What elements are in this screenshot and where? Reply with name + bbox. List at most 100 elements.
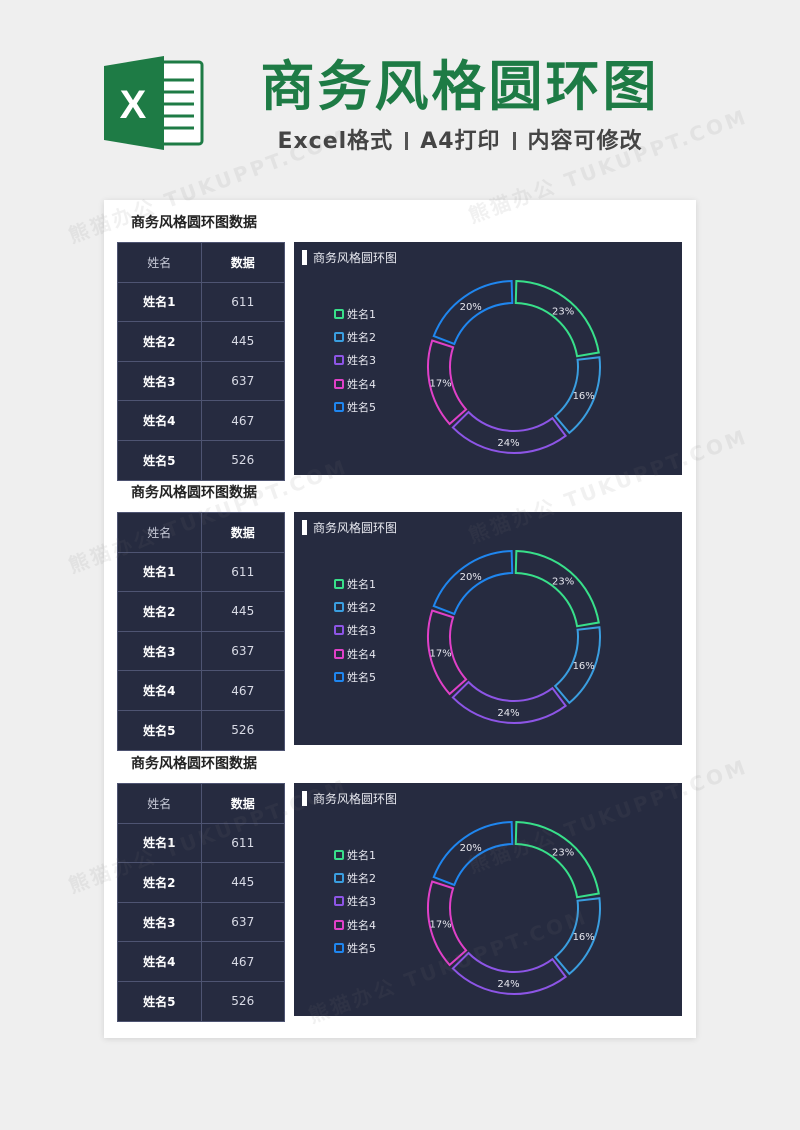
section-title: 商务风格圆环图数据 — [131, 756, 257, 772]
chart-section: 商务风格圆环图数据 姓名 数据 姓名1 611 姓名2 445 姓名3 637 姓名4 467 姓名5… — [104, 741, 696, 1022]
table-row: 姓名1 611 — [117, 551, 285, 593]
legend-item: 姓名3 — [334, 349, 376, 372]
legend-swatch — [334, 919, 344, 930]
legend-label: 姓名3 — [347, 624, 376, 638]
legend-item: 姓名4 — [334, 372, 376, 395]
value-cell: 637 — [200, 630, 285, 672]
data-table: 姓名 数据 姓名1 611 姓名2 445 姓名3 637 姓名4 467 姓名5 526 — [117, 512, 285, 751]
slice-data-label: 20% — [460, 302, 482, 313]
chart-title: 商务风格圆环图 — [302, 791, 397, 807]
name-cell: 姓名4 — [117, 670, 202, 711]
subtitle-print: A4打印 — [420, 129, 501, 154]
value-cell: 637 — [200, 901, 285, 943]
legend-swatch — [334, 648, 344, 659]
value-cell: 445 — [200, 591, 285, 632]
legend-item: 姓名5 — [334, 395, 376, 418]
slice-data-label: 24% — [497, 979, 519, 990]
table-row: 姓名4 467 — [117, 670, 285, 711]
value-cell: 445 — [200, 321, 285, 362]
legend-label: 姓名5 — [347, 400, 376, 414]
title-marker — [302, 791, 307, 806]
legend-item: 姓名5 — [334, 936, 376, 959]
page-subtitle: Excel格式 A4打印 内容可修改 — [240, 124, 680, 160]
donut-slice — [514, 821, 600, 899]
chart-legend: 姓名1 姓名2 姓名3 姓名4 姓名5 — [334, 572, 376, 688]
name-cell: 姓名4 — [117, 941, 202, 982]
table-row: 姓名3 637 — [117, 630, 285, 672]
legend-label: 姓名4 — [347, 918, 376, 932]
value-cell: 526 — [200, 980, 285, 1022]
slice-data-label: 24% — [497, 708, 519, 719]
value-cell: 445 — [200, 862, 285, 903]
legend-swatch — [334, 401, 344, 412]
legend-item: 姓名1 — [334, 572, 376, 595]
legend-item: 姓名5 — [334, 665, 376, 688]
value-cell: 611 — [200, 551, 285, 593]
legend-swatch — [334, 671, 344, 682]
section-title: 商务风格圆环图数据 — [131, 215, 257, 231]
title-marker — [302, 250, 307, 265]
column-header: 数据 — [200, 783, 285, 824]
legend-label: 姓名5 — [347, 670, 376, 684]
slice-data-label: 23% — [552, 306, 574, 317]
column-header: 姓名 — [117, 512, 202, 553]
name-cell: 姓名5 — [117, 980, 202, 1022]
data-table: 姓名 数据 姓名1 611 姓名2 445 姓名3 637 姓名4 467 姓名5 526 — [117, 242, 285, 481]
chart-section: 商务风格圆环图数据 姓名 数据 姓名1 611 姓名2 445 姓名3 637 姓名4 467 姓名5… — [104, 200, 696, 481]
legend-label: 姓名4 — [347, 647, 376, 661]
table-header-row: 姓名 数据 — [117, 783, 285, 824]
legend-swatch — [334, 308, 344, 319]
legend-swatch — [334, 578, 344, 589]
value-cell: 611 — [200, 281, 285, 323]
value-cell: 637 — [200, 360, 285, 402]
table-row: 姓名1 611 — [117, 822, 285, 864]
legend-swatch — [334, 331, 344, 342]
table-row: 姓名2 445 — [117, 591, 285, 632]
logo-letter: X — [120, 83, 147, 127]
slice-data-label: 20% — [460, 843, 482, 854]
chart-legend: 姓名1 姓名2 姓名3 姓名4 姓名5 — [334, 843, 376, 959]
legend-label: 姓名2 — [347, 871, 376, 885]
slice-data-label: 17% — [429, 919, 451, 930]
chart-panel: 商务风格圆环图 姓名1 姓名2 姓名3 姓名4 姓名5 23% 16% 24% 17% 20% — [294, 512, 682, 745]
slice-data-label: 23% — [552, 576, 574, 587]
subtitle-format: Excel格式 — [277, 129, 394, 154]
data-table: 姓名 数据 姓名1 611 姓名2 445 姓名3 637 姓名4 467 姓名5 526 — [117, 783, 285, 1022]
legend-label: 姓名3 — [347, 354, 376, 368]
table-row: 姓名2 445 — [117, 862, 285, 903]
table-row: 姓名2 445 — [117, 321, 285, 362]
legend-item: 姓名4 — [334, 642, 376, 665]
name-cell: 姓名2 — [117, 862, 202, 903]
name-cell: 姓名1 — [117, 822, 202, 864]
legend-item: 姓名4 — [334, 913, 376, 936]
table-header-row: 姓名 数据 — [117, 512, 285, 553]
column-header: 姓名 — [117, 242, 202, 283]
slice-data-label: 16% — [573, 391, 595, 402]
legend-label: 姓名1 — [347, 848, 376, 862]
chart-legend: 姓名1 姓名2 姓名3 姓名4 姓名5 — [334, 302, 376, 418]
slice-data-label: 24% — [497, 438, 519, 449]
slice-data-label: 16% — [573, 661, 595, 672]
legend-swatch — [334, 355, 344, 366]
page-title: 商务风格圆环图 — [260, 55, 660, 118]
legend-item: 姓名2 — [334, 595, 376, 618]
legend-item: 姓名1 — [334, 843, 376, 866]
chart-panel: 商务风格圆环图 姓名1 姓名2 姓名3 姓名4 姓名5 23% 16% 24% 17% 20% — [294, 242, 682, 475]
name-cell: 姓名2 — [117, 321, 202, 362]
value-cell: 467 — [200, 941, 285, 982]
chart-section: 商务风格圆环图数据 姓名 数据 姓名1 611 姓名2 445 姓名3 637 姓名4 467 姓名5… — [104, 470, 696, 751]
name-cell: 姓名3 — [117, 360, 202, 402]
value-cell: 467 — [200, 400, 285, 441]
legend-label: 姓名1 — [347, 577, 376, 591]
legend-swatch — [334, 942, 344, 953]
name-cell: 姓名3 — [117, 630, 202, 672]
legend-item: 姓名1 — [334, 302, 376, 325]
column-header: 数据 — [200, 242, 285, 283]
section-title: 商务风格圆环图数据 — [131, 485, 257, 501]
table-row: 姓名4 467 — [117, 941, 285, 982]
legend-label: 姓名1 — [347, 307, 376, 321]
document-page: 商务风格圆环图数据 姓名 数据 姓名1 611 姓名2 445 姓名3 637 姓名4 467 姓名5… — [104, 200, 696, 1038]
name-cell: 姓名2 — [117, 591, 202, 632]
chart-title-text: 商务风格圆环图 — [313, 521, 398, 535]
legend-label: 姓名2 — [347, 600, 376, 614]
